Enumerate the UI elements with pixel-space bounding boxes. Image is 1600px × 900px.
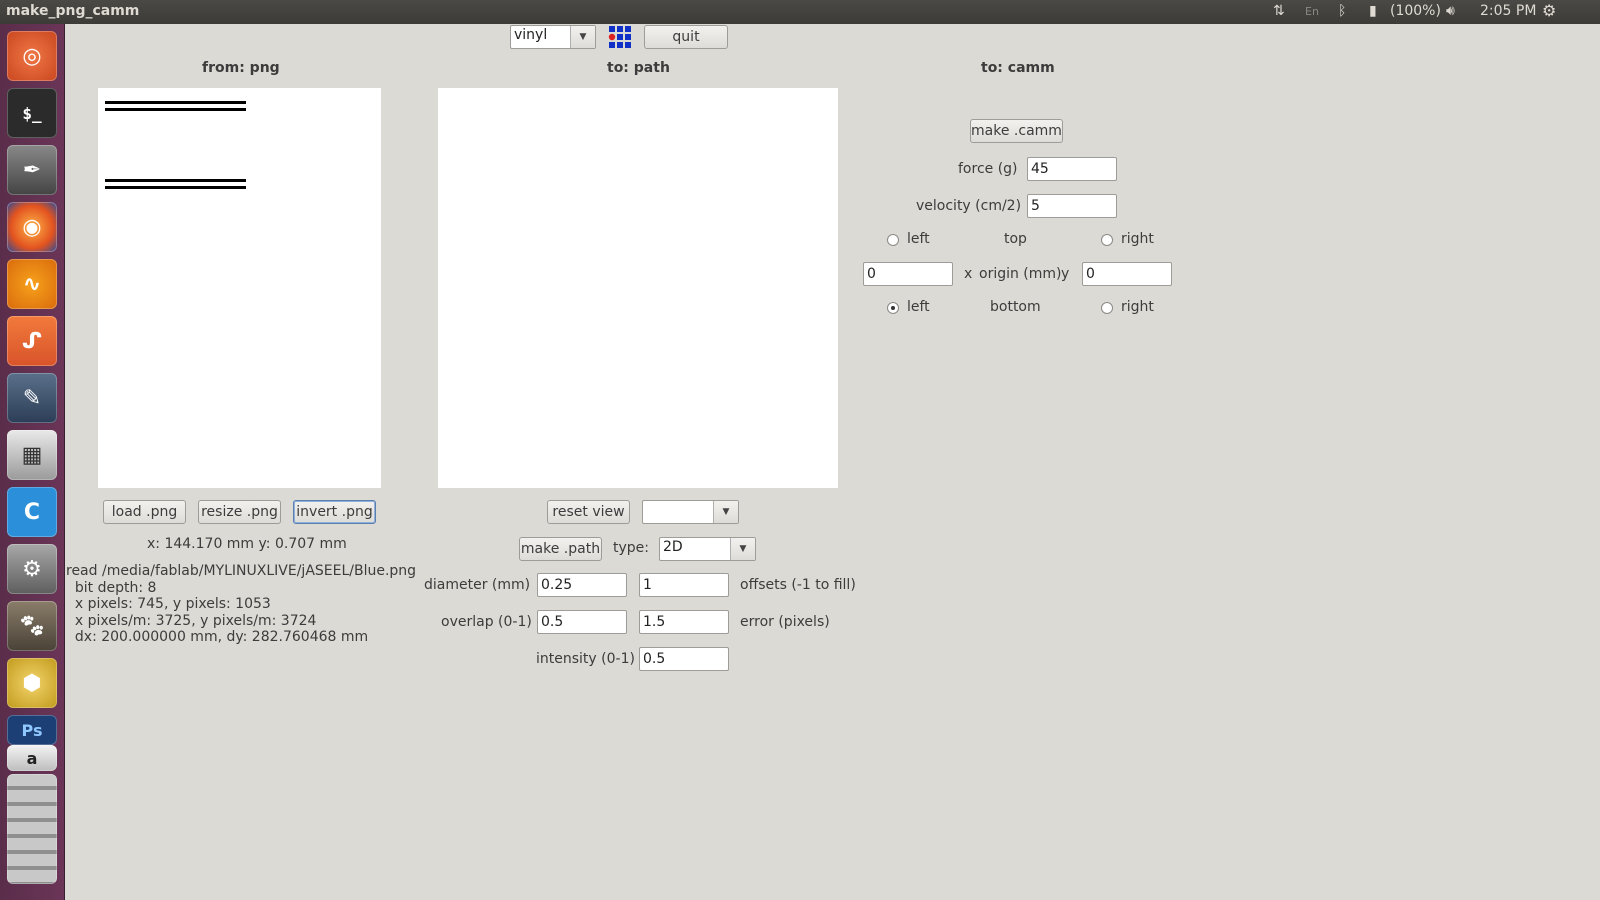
velocity-label: velocity (cm/2) — [916, 198, 1022, 214]
code-editor-icon[interactable]: C — [7, 487, 57, 537]
path-panel-header: to: path — [607, 60, 670, 76]
quit-button[interactable]: quit — [644, 25, 728, 49]
x-label: x — [964, 266, 973, 282]
gear-icon[interactable]: ⚙ — [1542, 1, 1556, 20]
png-line — [105, 101, 246, 104]
origin-label: origin (mm) — [979, 266, 1062, 282]
chevron-down-icon: ▼ — [730, 538, 755, 560]
force-label: force (g) — [958, 161, 1018, 177]
libreoffice-calc-icon[interactable]: ▦ — [7, 430, 57, 480]
machine-select-value: vinyl — [514, 27, 548, 43]
make-camm-button[interactable]: make .camm — [970, 119, 1063, 143]
intensity-input[interactable]: 0.5 — [639, 647, 729, 671]
make-path-button[interactable]: make .path — [519, 537, 602, 561]
bottom-left-radio[interactable] — [887, 302, 899, 314]
3d-app-icon[interactable]: ⬢ — [7, 658, 57, 708]
stacked-apps-icon[interactable] — [7, 774, 57, 884]
error-label: error (pixels) — [740, 614, 830, 630]
path-preview[interactable] — [438, 88, 838, 488]
velocity-input[interactable]: 5 — [1027, 194, 1117, 218]
reset-view-button[interactable]: reset view — [547, 500, 630, 524]
invert-png-button[interactable]: invert .png — [293, 500, 376, 524]
png-info: read /media/fablab/MYLINUXLIVE/jASEEL/Bl… — [66, 563, 417, 645]
type-select[interactable]: 2D ▼ — [659, 537, 756, 561]
top-right-label: right — [1121, 231, 1154, 247]
ubuntu-dash-icon[interactable]: ◎ — [7, 31, 57, 81]
ubuntu-one-icon[interactable]: ᔑ — [7, 316, 57, 366]
top-left-label: left — [907, 231, 930, 247]
force-input[interactable]: 45 — [1027, 157, 1117, 181]
top-right-radio[interactable] — [1101, 234, 1113, 246]
chevron-down-icon: ▼ — [713, 501, 738, 523]
bottom-right-label: right — [1121, 299, 1154, 315]
camm-panel-header: to: camm — [981, 60, 1055, 76]
inkscape-icon[interactable]: ✒ — [7, 145, 57, 195]
bottom-label: bottom — [990, 299, 1041, 315]
top-left-radio[interactable] — [887, 234, 899, 246]
text-editor-icon[interactable]: ✎ — [7, 373, 57, 423]
window-title: make_png_camm — [6, 3, 140, 19]
gimp-icon[interactable]: 🐾︎ — [7, 601, 57, 651]
view-select[interactable]: ▼ — [642, 500, 739, 524]
type-select-value: 2D — [663, 539, 683, 555]
diameter-input[interactable]: 0.25 — [537, 573, 627, 597]
network-icon[interactable]: ⇅ — [1273, 3, 1285, 19]
cursor-coordinates: x: 144.170 mm y: 0.707 mm — [147, 536, 347, 552]
audio-app-icon[interactable]: ∿ — [7, 259, 57, 309]
top-panel: make_png_camm ⇅ En ᛒ ▮ (100%) 🔊︎ 2:05 PM… — [0, 0, 1600, 24]
machine-select[interactable]: vinyl ▼ — [510, 25, 596, 49]
error-input[interactable]: 1.5 — [639, 610, 729, 634]
terminal-icon[interactable]: $_ — [7, 88, 57, 138]
load-png-button[interactable]: load .png — [103, 500, 186, 524]
png-line — [105, 179, 246, 182]
png-line — [105, 186, 246, 189]
keyboard-layout-indicator[interactable]: En — [1305, 5, 1319, 18]
volume-icon[interactable]: 🔊︎ — [1446, 3, 1455, 19]
diameter-label: diameter (mm) — [424, 577, 531, 593]
png-line — [105, 108, 246, 111]
top-label: top — [1004, 231, 1027, 247]
png-preview[interactable] — [98, 88, 381, 488]
app-logo-icon — [608, 26, 631, 48]
type-label: type: — [613, 540, 649, 556]
battery-icon[interactable]: ▮ — [1369, 3, 1377, 19]
battery-percentage[interactable]: (100%) — [1390, 3, 1441, 19]
firefox-icon[interactable]: ◉ — [7, 202, 57, 252]
x-origin-input[interactable]: 0 — [863, 262, 953, 286]
clock[interactable]: 2:05 PM — [1480, 3, 1536, 19]
amazon-icon[interactable]: a — [7, 745, 57, 771]
overlap-input[interactable]: 0.5 — [537, 610, 627, 634]
png-panel-header: from: png — [202, 60, 280, 76]
system-settings-icon[interactable]: ⚙ — [7, 544, 57, 594]
chevron-down-icon: ▼ — [570, 26, 595, 48]
overlap-label: overlap (0-1) — [441, 614, 532, 630]
offsets-input[interactable]: 1 — [639, 573, 729, 597]
y-origin-input[interactable]: 0 — [1082, 262, 1172, 286]
intensity-label: intensity (0-1) — [536, 651, 635, 667]
resize-png-button[interactable]: resize .png — [198, 500, 281, 524]
photoshop-icon[interactable]: Ps — [7, 715, 57, 745]
offsets-label: offsets (-1 to fill) — [740, 577, 856, 593]
y-label: y — [1061, 266, 1070, 282]
bottom-right-radio[interactable] — [1101, 302, 1113, 314]
bottom-left-label: left — [907, 299, 930, 315]
bluetooth-icon[interactable]: ᛒ — [1338, 3, 1346, 19]
launcher: ◎ $_ ✒ ◉ ∿ ᔑ ✎ ▦ C ⚙ 🐾︎ ⬢ Ps a — [0, 24, 65, 900]
